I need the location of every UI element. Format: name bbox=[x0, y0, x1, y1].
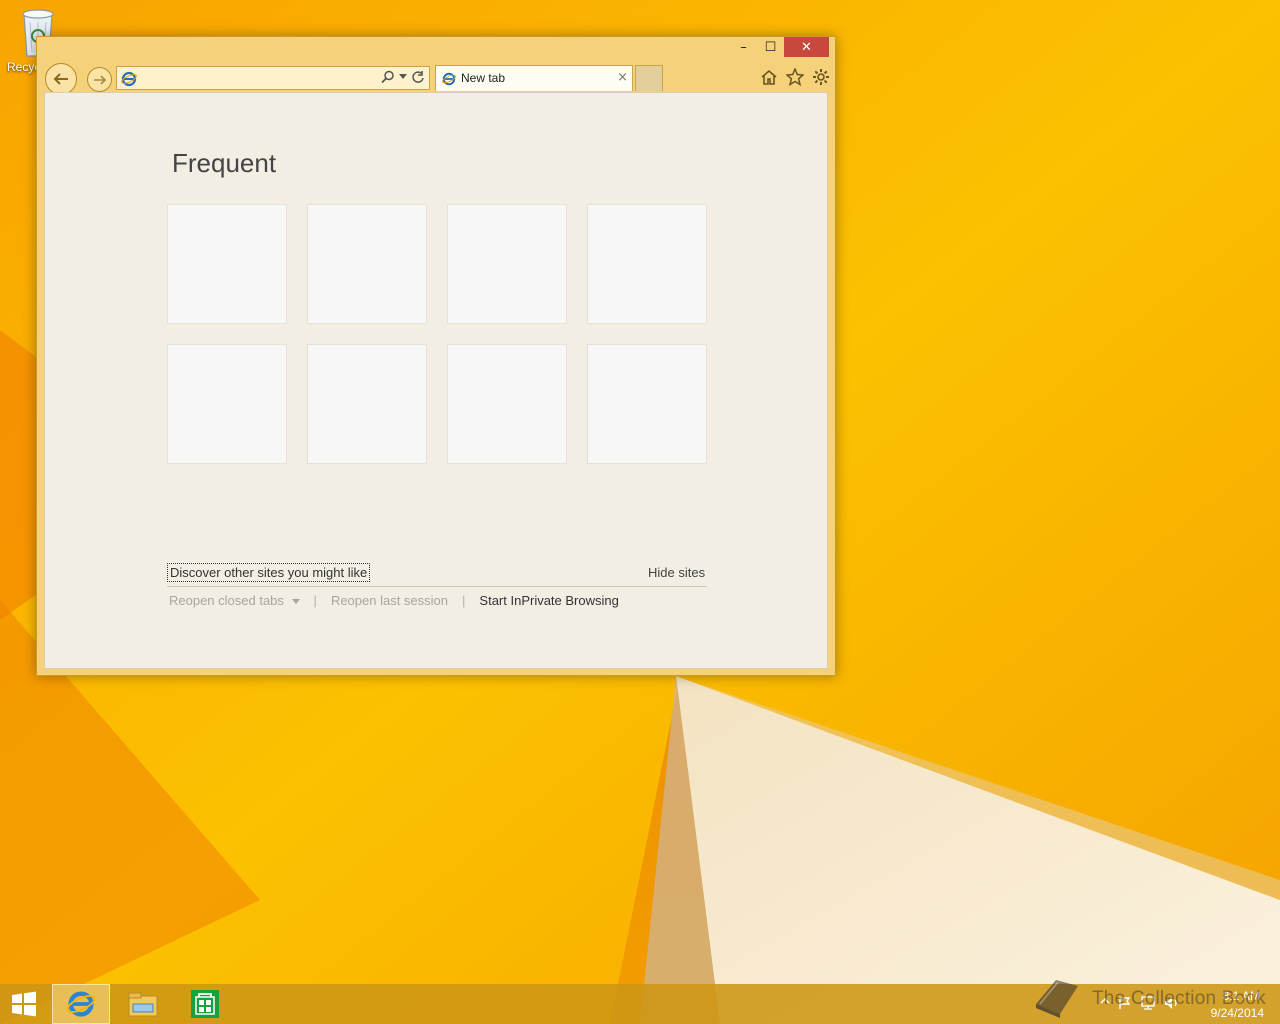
link-separator: | bbox=[462, 593, 466, 608]
frequent-site-tile[interactable] bbox=[587, 204, 707, 324]
home-icon[interactable] bbox=[759, 67, 779, 87]
reopen-closed-tabs-label: Reopen closed tabs bbox=[169, 593, 284, 608]
frequent-site-tile[interactable] bbox=[587, 344, 707, 464]
watermark-text: The Collection Book bbox=[1092, 988, 1266, 1009]
frequent-site-tile[interactable] bbox=[307, 344, 427, 464]
folder-icon bbox=[128, 992, 158, 1017]
maximize-button[interactable]: ☐ bbox=[757, 37, 784, 57]
new-tab-button[interactable] bbox=[635, 65, 663, 91]
frequent-site-tile[interactable] bbox=[167, 344, 287, 464]
tab-new-tab[interactable]: New tab × bbox=[435, 65, 633, 91]
refresh-icon[interactable] bbox=[411, 70, 425, 84]
ie-logo-icon bbox=[442, 72, 456, 86]
link-separator: | bbox=[313, 593, 317, 608]
favorites-star-icon[interactable] bbox=[785, 67, 805, 87]
ie-logo-icon bbox=[66, 991, 96, 1017]
book-icon bbox=[1036, 980, 1078, 1018]
taskbar-store[interactable] bbox=[176, 984, 234, 1024]
settings-gear-icon[interactable] bbox=[811, 67, 831, 87]
frequent-site-tile[interactable] bbox=[307, 204, 427, 324]
maximize-icon: ☐ bbox=[764, 39, 777, 55]
minimize-icon: – bbox=[740, 39, 747, 55]
address-tools bbox=[381, 70, 425, 84]
browser-tools bbox=[759, 67, 831, 87]
start-button[interactable] bbox=[0, 984, 48, 1024]
window-controls: – ☐ ✕ bbox=[730, 37, 829, 59]
frequent-site-tile[interactable] bbox=[447, 344, 567, 464]
minimize-button[interactable]: – bbox=[730, 37, 757, 57]
page-title: Frequent bbox=[172, 148, 277, 178]
divider bbox=[167, 586, 707, 587]
frequent-site-tile[interactable] bbox=[167, 204, 287, 324]
start-inprivate-link[interactable]: Start InPrivate Browsing bbox=[479, 593, 618, 608]
close-icon: ✕ bbox=[801, 39, 812, 55]
hide-sites-link[interactable]: Hide sites bbox=[648, 565, 705, 580]
windows-logo-icon bbox=[12, 991, 36, 1017]
chevron-down-icon[interactable] bbox=[399, 74, 407, 80]
forward-arrow-icon bbox=[93, 74, 106, 85]
navigation-bar: New tab × bbox=[45, 63, 831, 95]
address-input[interactable] bbox=[139, 69, 369, 87]
back-arrow-icon bbox=[53, 73, 68, 85]
reopen-last-session-link[interactable]: Reopen last session bbox=[331, 593, 448, 608]
taskbar-file-explorer[interactable] bbox=[114, 984, 172, 1024]
store-icon bbox=[191, 990, 219, 1018]
session-links: Reopen closed tabs | Reopen last session… bbox=[169, 593, 619, 608]
forward-button[interactable] bbox=[87, 67, 112, 92]
ie-logo-icon bbox=[121, 71, 137, 87]
address-bar[interactable] bbox=[116, 66, 430, 90]
taskbar-internet-explorer[interactable] bbox=[52, 984, 110, 1024]
reopen-closed-tabs-link[interactable]: Reopen closed tabs bbox=[169, 593, 300, 608]
close-button[interactable]: ✕ bbox=[784, 37, 829, 57]
search-icon[interactable] bbox=[381, 70, 395, 84]
chevron-down-icon bbox=[291, 598, 300, 604]
tab-close-icon[interactable]: × bbox=[617, 70, 628, 85]
new-tab-page: Frequent Discover other sites you might … bbox=[44, 92, 828, 669]
watermark: The Collection Book bbox=[1030, 970, 1270, 1020]
frequent-site-tile[interactable] bbox=[447, 204, 567, 324]
back-button[interactable] bbox=[45, 63, 77, 95]
internet-explorer-window[interactable]: – ☐ ✕ New tab × Frequent Discover other … bbox=[36, 36, 836, 676]
discover-sites-link[interactable]: Discover other sites you might like bbox=[167, 563, 371, 582]
tab-title: New tab bbox=[461, 71, 506, 85]
